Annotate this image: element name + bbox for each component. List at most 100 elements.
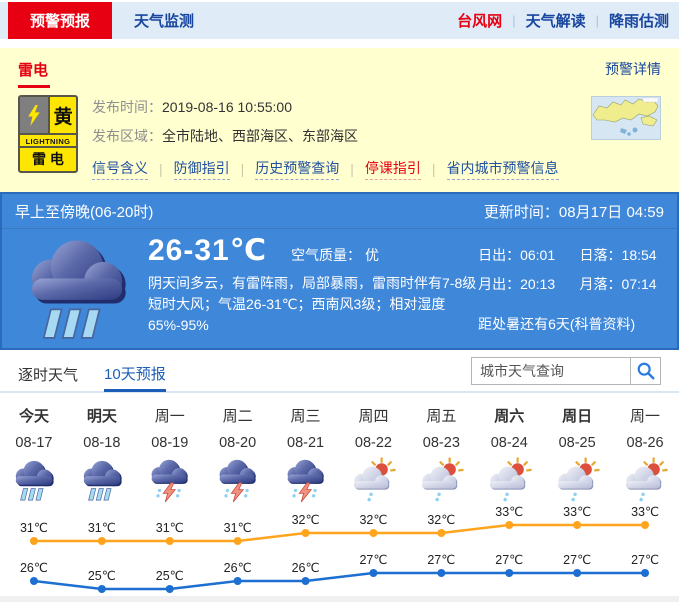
alert-link[interactable]: 防御指引 — [174, 158, 230, 180]
alert-category-tab[interactable]: 雷电 — [18, 59, 50, 88]
moonrise-value: 20:13 — [520, 276, 555, 292]
tab-10day-forecast[interactable]: 10天预报 — [104, 358, 166, 392]
alert-section: 雷电 预警详情 黄 LIGHTNING 雷 电 发布时间：2019-08-16 … — [0, 48, 679, 192]
chart-label: 27℃ — [631, 553, 659, 567]
alert-category-label: 雷电 — [18, 59, 50, 80]
forecast-day[interactable]: 周一 08-26 — [611, 405, 679, 503]
day-date: 08-23 — [407, 435, 475, 451]
footer-strip — [0, 596, 679, 602]
separator: | — [512, 13, 515, 28]
forecast-day[interactable]: 周六08-24 — [475, 405, 543, 503]
alert-link[interactable]: 停课指引 — [365, 158, 421, 180]
chart-point — [98, 585, 106, 593]
nav-tab[interactable]: 预警预报 — [8, 2, 112, 39]
separator: | — [596, 13, 599, 28]
search-input[interactable] — [471, 357, 631, 385]
sun-moon-panel: 日出：06:01 日落：18:54 月出：20:13 月落：07:14 距处暑还… — [478, 231, 665, 345]
moonset: 月落：07:14 — [580, 274, 665, 294]
moonrise-label: 月出： — [478, 276, 520, 292]
chart-label: 33℃ — [495, 505, 523, 519]
chart-point — [437, 569, 445, 577]
nav-tab[interactable]: 天气监测 — [112, 2, 216, 39]
sunset-value: 18:54 — [622, 247, 657, 263]
chart-point — [166, 537, 174, 545]
separator: | — [432, 161, 436, 177]
day-date: 08-26 — [611, 435, 679, 451]
forecast-day[interactable]: 周二08-20 — [204, 405, 272, 503]
lightning-bolt-icon — [20, 97, 50, 133]
search-button[interactable] — [631, 357, 661, 385]
forecast-day[interactable]: 周四08-22 — [340, 405, 408, 503]
chart-point — [437, 529, 445, 537]
sunset-label: 日落： — [580, 247, 622, 263]
search-icon — [636, 361, 656, 381]
day-name: 周一 — [136, 405, 204, 426]
temperature-chart: 31℃31℃31℃31℃32℃32℃32℃33℃33℃33℃26℃25℃25℃2… — [0, 505, 679, 602]
forecast-tabs: 逐时天气 10天预报 — [0, 357, 679, 393]
alert-body: 黄 LIGHTNING 雷 电 发布时间：2019-08-16 10:55:00… — [18, 95, 661, 180]
chart-point — [30, 577, 38, 585]
chart-point — [302, 577, 310, 585]
nav-link[interactable]: 降雨估测 — [609, 10, 669, 31]
current-weather-icon-heavy-rain — [20, 231, 134, 345]
alert-badge: 黄 LIGHTNING 雷 电 — [18, 95, 78, 173]
day-date: 08-18 — [68, 435, 136, 451]
day-date: 08-24 — [475, 435, 543, 451]
weather-icon-shower-sun — [407, 457, 475, 503]
sunrise-value: 06:01 — [520, 247, 555, 263]
nav-link[interactable]: 台风网 — [457, 10, 502, 31]
alert-link[interactable]: 历史预警查询 — [255, 158, 339, 180]
day-name: 周日 — [543, 405, 611, 426]
weather-icon-shower-sun — [543, 457, 611, 503]
air-quality: 空气质量： 优 — [291, 245, 379, 265]
air-quality-value: 优 — [365, 247, 379, 263]
chart-label: 27℃ — [563, 553, 591, 567]
nav-link[interactable]: 天气解读 — [526, 10, 586, 31]
publish-area-value: 全市陆地、西部海区、东部海区 — [162, 128, 358, 144]
temperature-range: 26-31℃ — [148, 233, 267, 268]
day-name: 今天 — [0, 405, 68, 426]
solar-term-note: 距处暑还有6天(科普资料) — [478, 314, 665, 334]
forecast-day[interactable]: 周一08-19 — [136, 405, 204, 503]
weather-icon-heavy-rain — [68, 457, 136, 503]
chart-point — [641, 569, 649, 577]
weather-description: 阴天间多云，有雷阵雨，局部暴雨，雷雨时伴有7-8级短时大风；气温26-31℃；西… — [148, 273, 478, 336]
day-name: 周三 — [272, 405, 340, 426]
alert-link[interactable]: 信号含义 — [92, 158, 148, 180]
nav-links: 台风网 | 天气解读 | 降雨估测 — [457, 2, 679, 39]
day-name: 周二 — [204, 405, 272, 426]
forecast-day[interactable]: 周五08-23 — [407, 405, 475, 503]
tab-hourly-weather[interactable]: 逐时天气 — [18, 357, 78, 391]
air-quality-label: 空气质量： — [291, 247, 365, 263]
chart-label: 26℃ — [292, 561, 320, 575]
chart-line — [34, 525, 645, 541]
chart-point — [641, 521, 649, 529]
chart-label: 31℃ — [20, 521, 48, 535]
update-time: 更新时间：08月17日 04:59 — [484, 201, 664, 222]
chart-label: 26℃ — [224, 561, 252, 575]
separator: | — [241, 161, 245, 177]
forecast-day[interactable]: 明天08-18 — [68, 405, 136, 503]
alert-link[interactable]: 省内城市预警信息 — [447, 158, 559, 180]
chart-point — [234, 537, 242, 545]
forecast-day[interactable]: 今天08-17 — [0, 405, 68, 503]
chart-label: 26℃ — [20, 561, 48, 575]
chart-label: 32℃ — [427, 513, 455, 527]
day-date: 08-22 — [340, 435, 408, 451]
chart-label: 33℃ — [631, 505, 659, 519]
weather-icon-thunderstorm — [136, 457, 204, 503]
badge-level-char: 黄 — [50, 97, 76, 133]
forecast-day[interactable]: 周日08-25 — [543, 405, 611, 503]
sunrise: 日出：06:01 — [478, 245, 563, 265]
forecast-day[interactable]: 周三08-21 — [272, 405, 340, 503]
chart-label: 33℃ — [563, 505, 591, 519]
solar-note-link[interactable]: (科普资料) — [570, 316, 635, 332]
weather-icon-heavy-rain — [0, 457, 68, 503]
chart-point — [505, 521, 513, 529]
chart-label: 25℃ — [156, 569, 184, 583]
alert-detail-link[interactable]: 预警详情 — [605, 59, 661, 79]
day-name: 周一 — [611, 405, 679, 426]
chart-label: 27℃ — [427, 553, 455, 567]
badge-type-en: LIGHTNING — [20, 133, 76, 148]
alert-region-map[interactable] — [591, 96, 661, 140]
